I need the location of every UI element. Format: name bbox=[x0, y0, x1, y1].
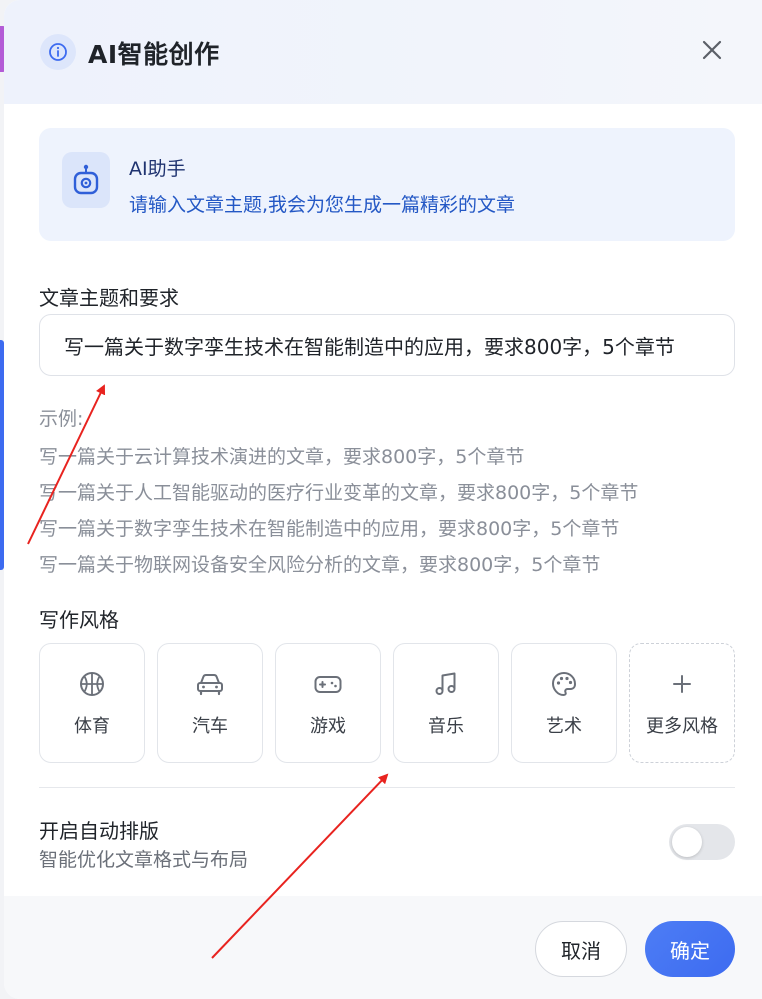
auto-layout-toggle[interactable] bbox=[669, 824, 735, 860]
examples-title: 示例: bbox=[39, 408, 84, 430]
plus-icon bbox=[630, 670, 734, 698]
topic-input[interactable]: 写一篇关于数字孪生技术在智能制造中的应用，要求800字，5个章节 bbox=[39, 314, 735, 376]
ai-assistant-card: AI助手 请输入文章主题,我会为您生成一篇精彩的文章 bbox=[39, 128, 735, 241]
ai-creation-dialog: AI智能创作 AI助手 请输入文章主题,我会为您生成一篇精彩的文章 文章主题和要… bbox=[4, 0, 762, 999]
style-card-music[interactable]: 音乐 bbox=[393, 643, 499, 763]
style-card-label: 体育 bbox=[74, 716, 110, 737]
style-card-more[interactable]: 更多风格 bbox=[629, 643, 735, 763]
close-icon bbox=[702, 40, 722, 60]
auto-layout-description: 智能优化文章格式与布局 bbox=[39, 849, 249, 871]
music-note-icon bbox=[394, 670, 498, 698]
example-item[interactable]: 写一篇关于人工智能驱动的医疗行业变革的文章，要求800字，5个章节 bbox=[39, 478, 638, 505]
auto-layout-title: 开启自动排版 bbox=[39, 819, 159, 843]
style-card-label: 汽车 bbox=[192, 716, 228, 737]
style-card-art[interactable]: 艺术 bbox=[511, 643, 617, 763]
basketball-icon bbox=[40, 670, 144, 698]
dialog-header: AI智能创作 bbox=[4, 0, 762, 104]
toggle-knob bbox=[672, 827, 702, 857]
writing-style-label: 写作风格 bbox=[39, 608, 119, 632]
example-item[interactable]: 写一篇关于物联网设备安全风险分析的文章，要求800字，5个章节 bbox=[39, 550, 600, 577]
style-card-sports[interactable]: 体育 bbox=[39, 643, 145, 763]
robot-icon bbox=[62, 152, 110, 208]
topic-label: 文章主题和要求 bbox=[39, 286, 179, 310]
info-icon bbox=[40, 34, 76, 70]
assistant-name: AI助手 bbox=[129, 158, 186, 180]
cancel-button[interactable]: 取消 bbox=[535, 921, 627, 977]
example-item[interactable]: 写一篇关于云计算技术演进的文章，要求800字，5个章节 bbox=[39, 442, 524, 469]
style-card-label: 艺术 bbox=[546, 716, 582, 737]
style-card-label: 更多风格 bbox=[646, 716, 718, 737]
style-card-label: 音乐 bbox=[428, 716, 464, 737]
close-button[interactable] bbox=[698, 36, 726, 64]
confirm-button[interactable]: 确定 bbox=[645, 921, 735, 977]
style-card-car[interactable]: 汽车 bbox=[157, 643, 263, 763]
palette-icon bbox=[512, 670, 616, 698]
style-card-game[interactable]: 游戏 bbox=[275, 643, 381, 763]
style-card-label: 游戏 bbox=[310, 716, 346, 737]
divider bbox=[39, 787, 735, 788]
example-item[interactable]: 写一篇关于数字孪生技术在智能制造中的应用，要求800字，5个章节 bbox=[39, 514, 619, 541]
assistant-description: 请输入文章主题,我会为您生成一篇精彩的文章 bbox=[129, 194, 516, 216]
gamepad-icon bbox=[276, 670, 380, 698]
dialog-title: AI智能创作 bbox=[88, 40, 220, 69]
car-icon bbox=[158, 670, 262, 698]
